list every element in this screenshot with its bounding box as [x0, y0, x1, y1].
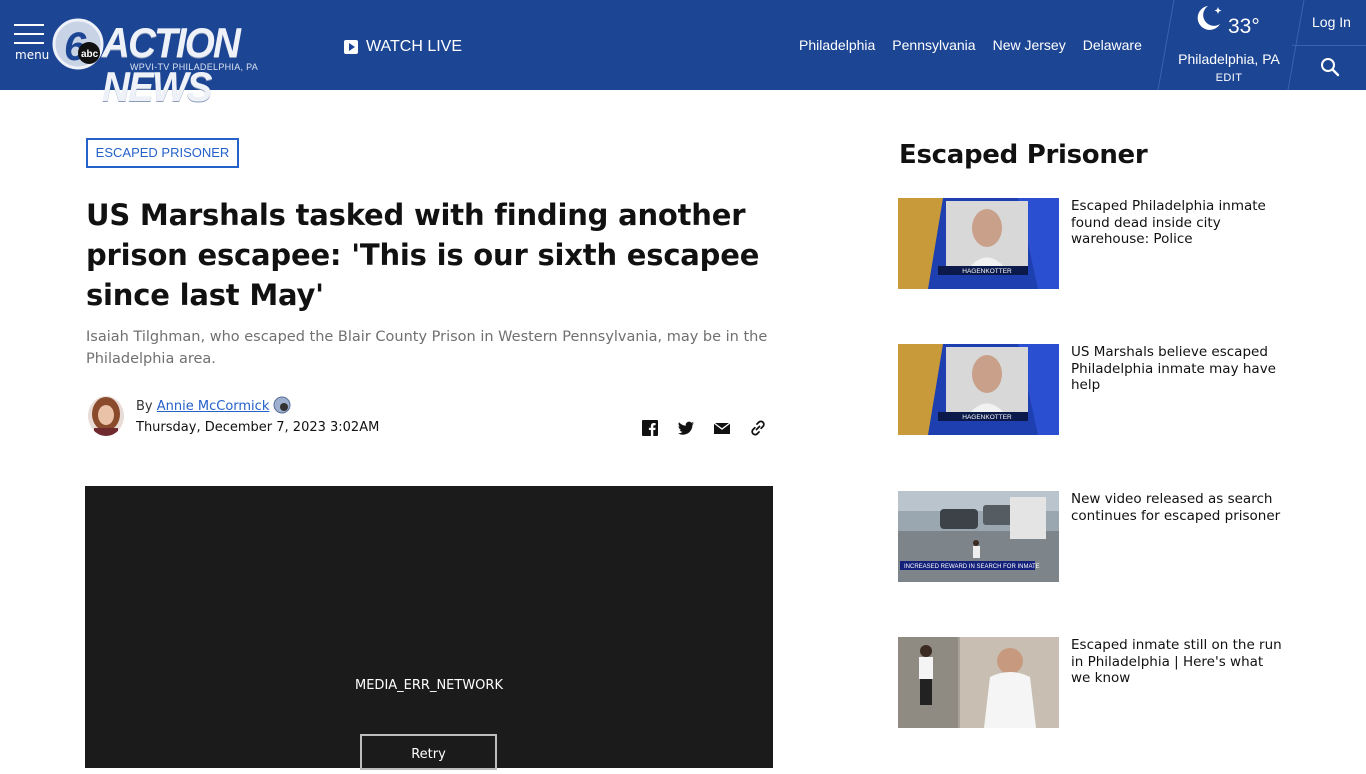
video-player[interactable]: MEDIA_ERR_NETWORK Retry	[85, 486, 773, 770]
region-nav: Philadelphia Pennsylvania New Jersey Del…	[799, 37, 1159, 53]
site-header: menu 6 abc ACTION NEWS WPVI-TV PHILADELP…	[0, 0, 1366, 109]
author-link[interactable]: Annie McCormick	[157, 399, 270, 414]
email-icon[interactable]	[713, 419, 731, 437]
weather-city: Philadelphia, PA	[1178, 51, 1280, 67]
weather-temp: 33°	[1228, 15, 1260, 38]
header-divider	[1292, 45, 1366, 46]
retry-button[interactable]: Retry	[360, 734, 497, 770]
watch-live-link[interactable]: WATCH LIVE	[344, 36, 462, 58]
menu-icon-bar	[14, 42, 44, 44]
region-new-jersey[interactable]: New Jersey	[993, 37, 1066, 53]
article-headline: US Marshals tasked with finding another …	[86, 198, 760, 312]
moon-icon	[1197, 6, 1222, 30]
related-story[interactable]: HAGENKOTTER Escaped Philadelphia inmate …	[898, 198, 1298, 290]
weather-widget[interactable]: 33° Philadelphia, PA EDIT	[1176, 0, 1282, 90]
story-title[interactable]: Escaped inmate still on the run in Phila…	[1071, 637, 1286, 687]
abc-6-logo-icon: 6 abc	[52, 18, 104, 70]
byline-prefix: By	[136, 399, 153, 414]
weather-edit-link[interactable]: EDIT	[1176, 72, 1282, 84]
story-title[interactable]: New video released as search continues f…	[1071, 491, 1286, 524]
story-thumbnail: HAGENKOTTER	[898, 198, 1059, 289]
related-story[interactable]: HAGENKOTTER US Marshals believe escaped …	[898, 344, 1298, 436]
watch-live-label: WATCH LIVE	[366, 38, 463, 55]
menu-label[interactable]: menu	[15, 48, 49, 62]
site-logo[interactable]: 6 abc ACTION NEWS WPVI-TV PHILADELPHIA, …	[52, 18, 297, 109]
share-bar	[641, 419, 785, 437]
logo-subtitle: WPVI-TV PHILADELPHIA, PA	[130, 62, 259, 72]
story-thumbnail: INCREASED REWARD IN SEARCH FOR INMATE	[898, 491, 1059, 582]
byline: By Annie McCormick	[136, 396, 291, 414]
article-summary: Isaiah Tilghman, who escaped the Blair C…	[86, 329, 768, 367]
menu-icon	[14, 24, 44, 26]
player-error-message: MEDIA_ERR_NETWORK	[355, 678, 503, 693]
region-philadelphia[interactable]: Philadelphia	[799, 37, 875, 53]
login-link[interactable]: Log In	[1312, 14, 1351, 30]
story-thumbnail	[898, 637, 1059, 728]
thumb-caption: HAGENKOTTER	[962, 414, 1012, 421]
related-story[interactable]: Escaped inmate still on the run in Phila…	[898, 637, 1298, 729]
station-badge-icon	[273, 396, 291, 414]
search-icon[interactable]	[1320, 57, 1340, 77]
article-timestamp: Thursday, December 7, 2023 3:02AM	[136, 420, 380, 435]
category-tag[interactable]: ESCAPED PRISONER	[86, 138, 239, 168]
region-delaware[interactable]: Delaware	[1083, 37, 1142, 53]
story-title[interactable]: US Marshals believe escaped Philadelphia…	[1071, 344, 1286, 394]
sidebar-title: Escaped Prisoner	[899, 140, 1148, 170]
region-pennsylvania[interactable]: Pennsylvania	[892, 37, 975, 53]
link-icon[interactable]	[749, 419, 767, 437]
thumb-caption: INCREASED REWARD IN SEARCH FOR INMATE	[904, 564, 1040, 570]
thumb-caption: HAGENKOTTER	[962, 268, 1012, 275]
story-thumbnail: HAGENKOTTER	[898, 344, 1059, 435]
play-icon	[344, 40, 358, 54]
story-title[interactable]: Escaped Philadelphia inmate found dead i…	[1071, 198, 1286, 248]
twitter-icon[interactable]	[677, 419, 695, 437]
menu-icon-bar	[14, 33, 44, 35]
author-avatar[interactable]	[88, 396, 124, 436]
logo-network: abc	[81, 49, 99, 60]
related-story[interactable]: INCREASED REWARD IN SEARCH FOR INMATE Ne…	[898, 491, 1298, 583]
facebook-icon[interactable]	[641, 419, 659, 437]
